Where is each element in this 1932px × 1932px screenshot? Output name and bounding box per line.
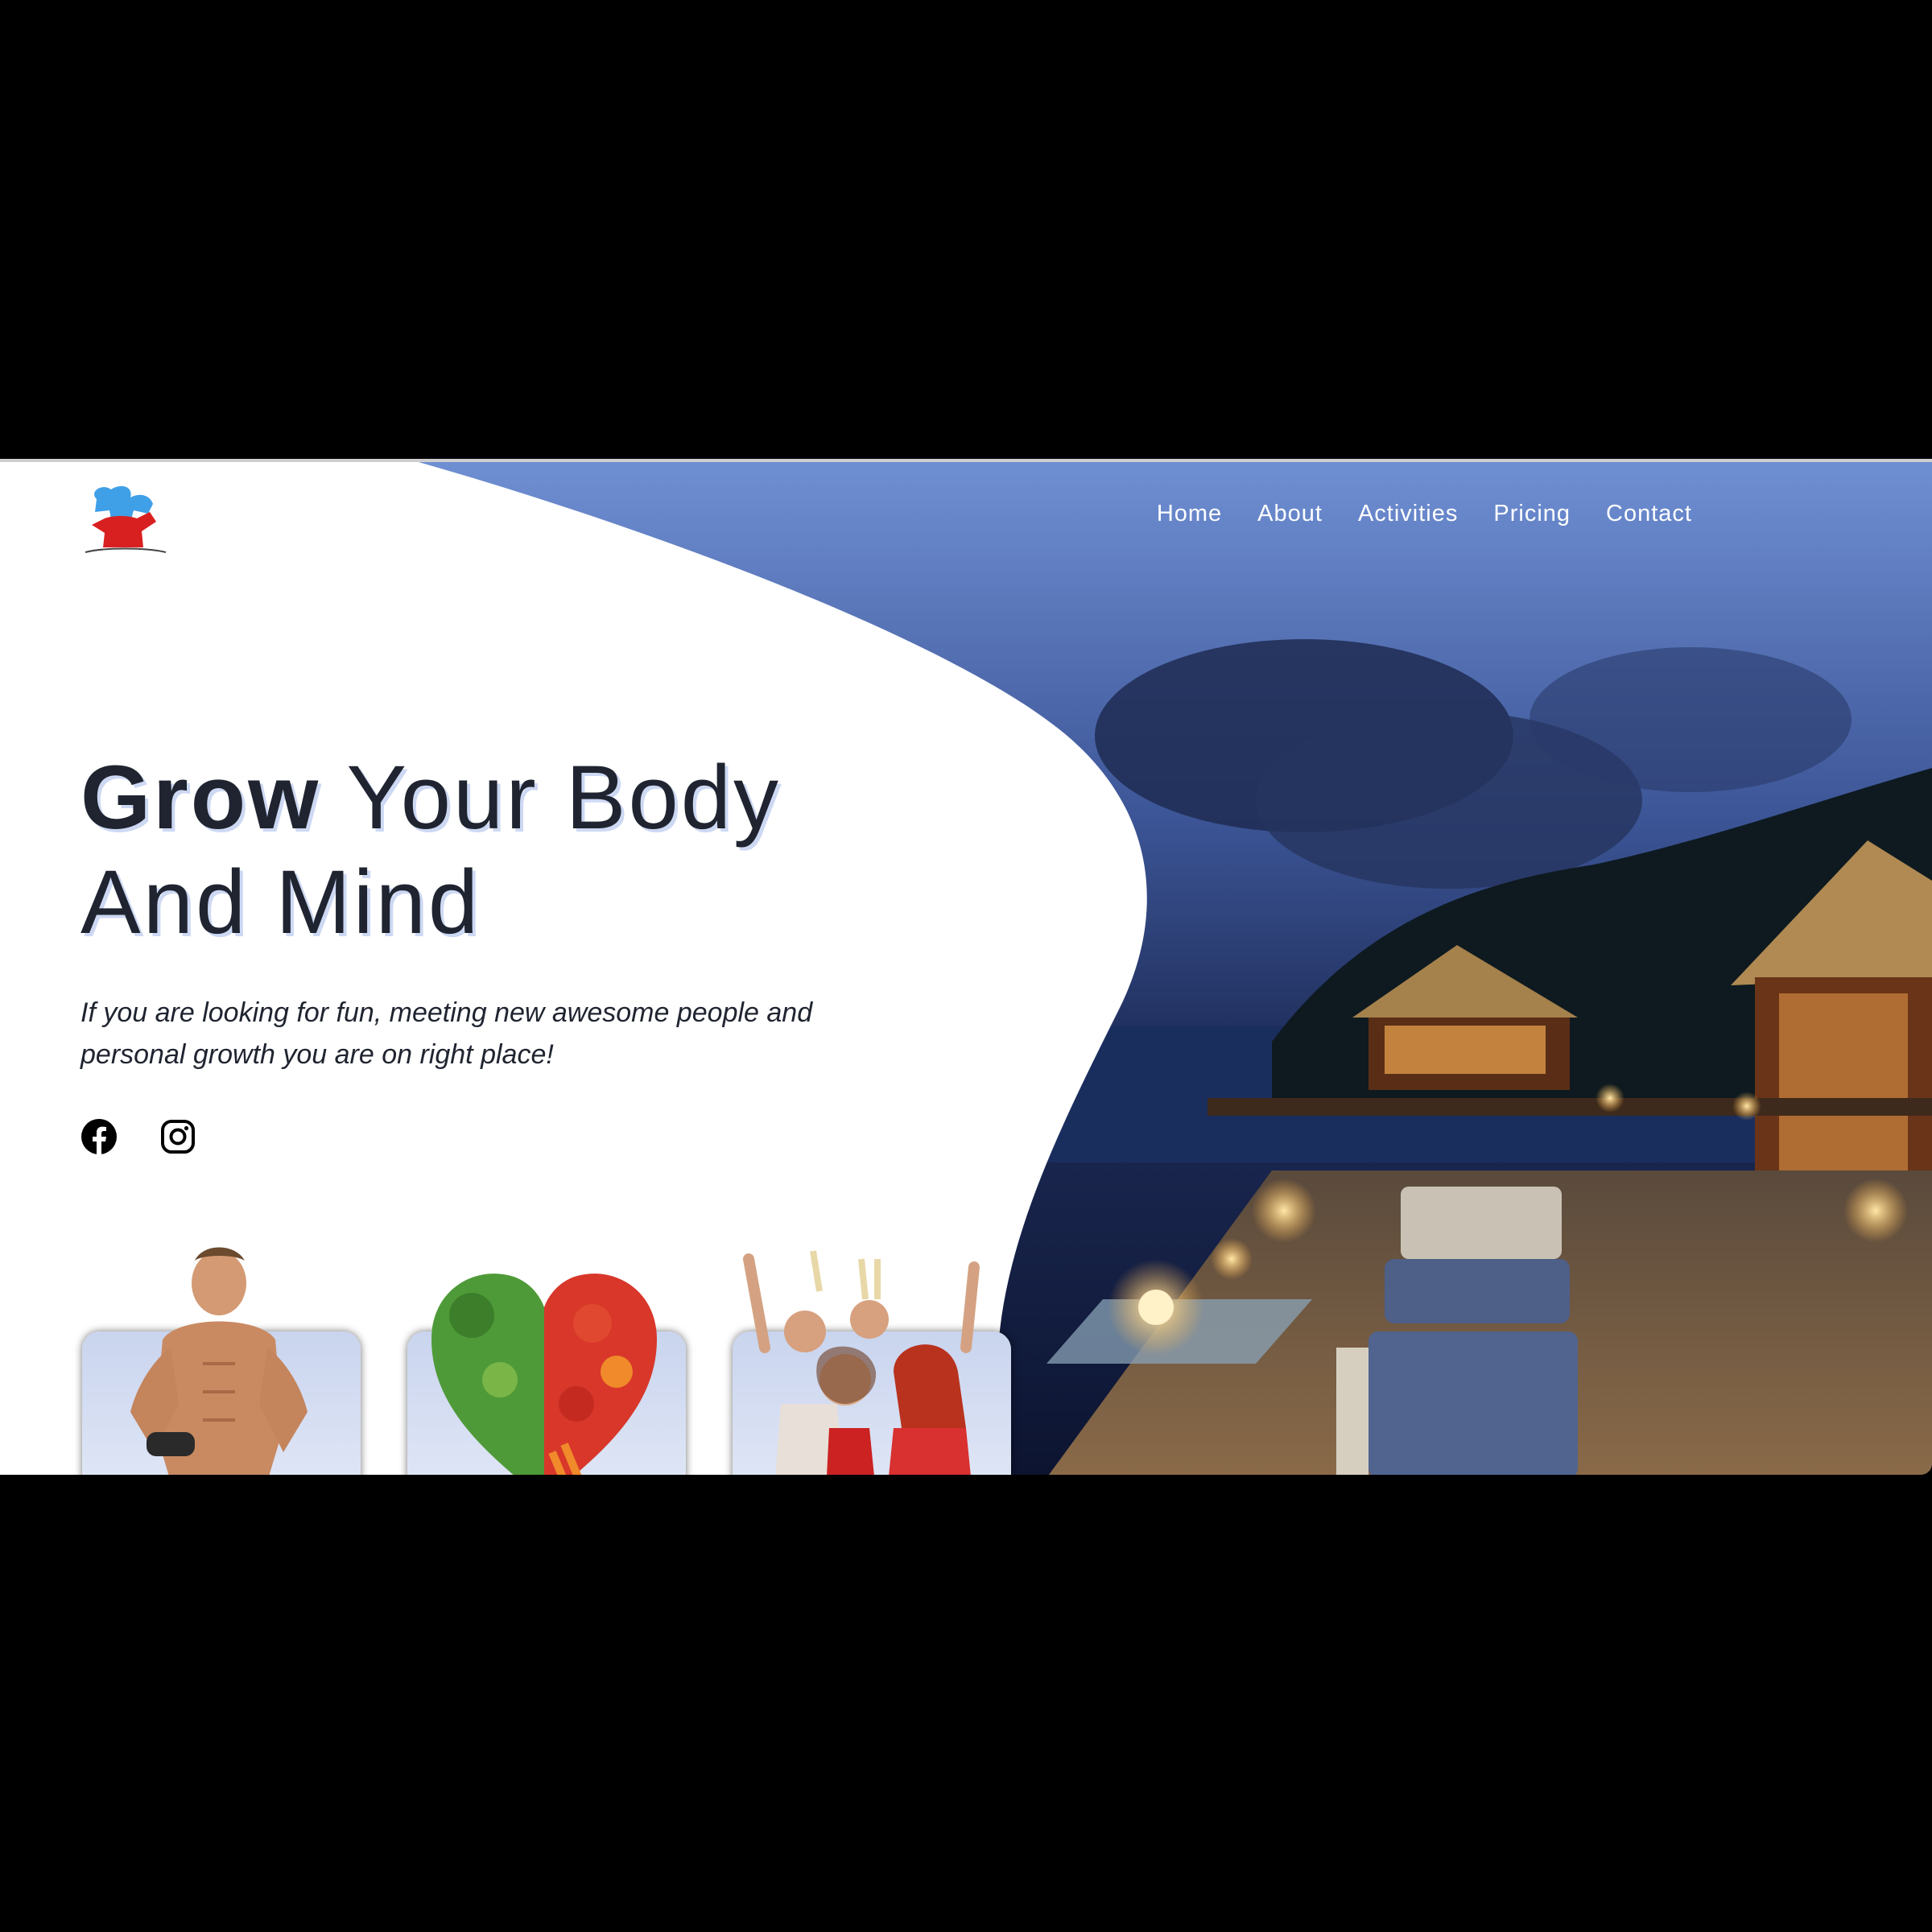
activity-card-social[interactable] xyxy=(733,1250,1011,1475)
activity-card-nutrition[interactable] xyxy=(407,1274,686,1475)
nav-home-link[interactable]: Home xyxy=(1157,501,1222,527)
nav-pricing-link[interactable]: Pricing xyxy=(1493,501,1571,527)
hero-tagline: If you are looking for fun, meeting new … xyxy=(80,997,813,1070)
nav-activities-link[interactable]: Activities xyxy=(1358,501,1458,527)
vegetable-heart-image xyxy=(431,1274,657,1475)
party-people-image xyxy=(743,1250,980,1475)
activity-card-fitness[interactable] xyxy=(82,1247,361,1475)
hero-headline: Grow Your Body And Mind xyxy=(80,745,886,955)
main-navigation: Home About Activities Pricing Contact xyxy=(1157,501,1692,527)
brand-logo[interactable] xyxy=(80,483,169,560)
headline-line2: And Mind xyxy=(80,852,481,952)
landing-page: Home About Activities Pricing Contact Gr… xyxy=(0,459,1932,1475)
instagram-icon[interactable] xyxy=(159,1118,196,1155)
facebook-icon[interactable] xyxy=(80,1118,118,1155)
nav-contact-link[interactable]: Contact xyxy=(1606,501,1692,527)
headline-rest: Your Body xyxy=(320,747,782,848)
fitness-man-image xyxy=(130,1247,308,1475)
nav-about-link[interactable]: About xyxy=(1257,501,1323,527)
headline-strong-word: Grow xyxy=(80,747,321,848)
